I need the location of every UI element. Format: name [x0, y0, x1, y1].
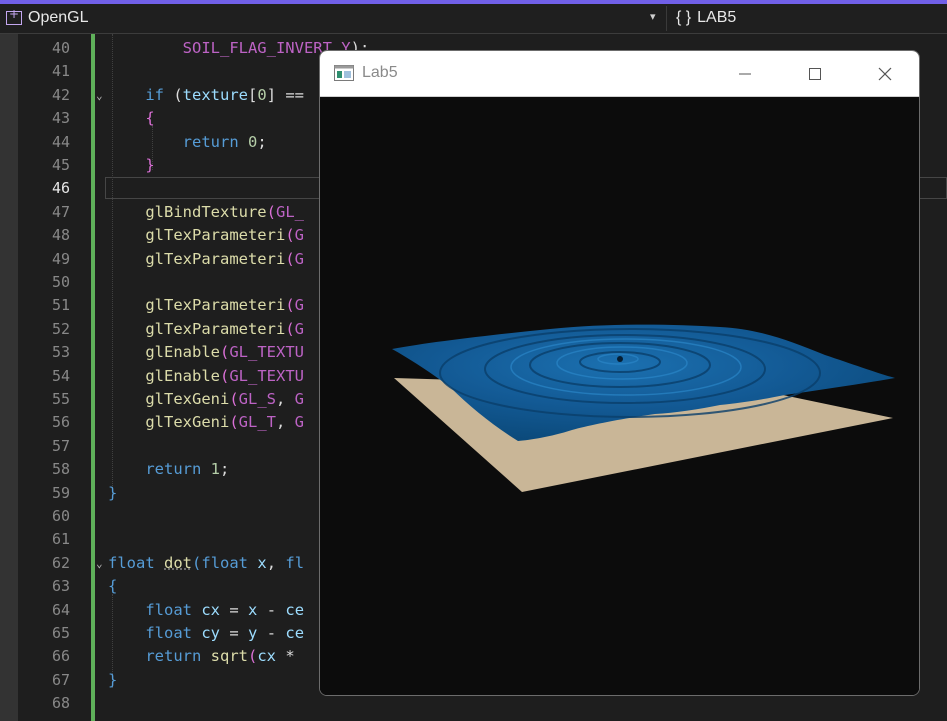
- maximize-button[interactable]: [780, 51, 850, 96]
- code-text: }: [145, 156, 155, 174]
- line-number: 45: [51, 156, 70, 174]
- lab5-window[interactable]: Lab5: [319, 50, 920, 696]
- line-number: 52: [51, 319, 70, 338]
- code-text: {: [108, 577, 118, 596]
- close-icon: [878, 67, 892, 80]
- maximize-icon: [809, 67, 821, 80]
- line-number: 41: [51, 62, 70, 81]
- fold-chevron-icon[interactable]: ⌄: [96, 84, 103, 107]
- code-text: return sqrt(cx *: [145, 647, 295, 666]
- scope-dropdown[interactable]: { } LAB5: [676, 9, 736, 27]
- ripple-center: [617, 356, 623, 362]
- line-number: 64: [51, 600, 70, 619]
- code-text: glTexParameteri(G: [145, 319, 304, 338]
- line-number: 55: [51, 390, 70, 408]
- line-number: 61: [51, 530, 70, 549]
- chevron-down-icon[interactable]: ▾: [650, 10, 656, 23]
- project-icon: [6, 7, 22, 25]
- code-text: glTexParameteri(G: [145, 249, 304, 268]
- line-number: 62: [51, 553, 70, 572]
- project-name: OpenGL: [28, 9, 89, 26]
- code-text: glBindTexture(GL_: [145, 202, 304, 221]
- window-titlebar[interactable]: Lab5: [320, 51, 919, 97]
- code-text: glEnable(GL_TEXTU: [145, 343, 304, 362]
- window-title: Lab5: [362, 64, 398, 81]
- line-number: 48: [51, 226, 70, 245]
- line-number: 57: [51, 436, 70, 455]
- code-text: return 0;: [182, 132, 267, 151]
- minimize-button[interactable]: [710, 51, 780, 96]
- scope-name: LAB5: [697, 9, 737, 26]
- opengl-viewport[interactable]: [320, 97, 919, 695]
- line-number: 53: [51, 343, 70, 362]
- line-number: 66: [51, 647, 70, 666]
- line-number: 67: [51, 670, 70, 689]
- line-number: 65: [51, 624, 70, 642]
- code-text: float dot(float x, fl: [108, 553, 305, 572]
- code-text: float cy = y - ce: [145, 624, 305, 642]
- line-number: 42: [51, 85, 70, 104]
- line-number: 43: [51, 109, 70, 128]
- minimize-icon: [739, 73, 751, 74]
- code-text: }: [108, 483, 118, 502]
- line-number: 68: [51, 694, 70, 713]
- code-text: glEnable(GL_TEXTU: [145, 366, 304, 385]
- line-number: 54: [51, 366, 70, 385]
- line-number: 49: [51, 249, 70, 268]
- code-text: {: [145, 109, 155, 128]
- editor-navigation-bar: OpenGL ▾ { } LAB5: [0, 4, 947, 34]
- braces-icon: { }: [676, 9, 692, 26]
- line-number: 59: [51, 483, 70, 502]
- line-number: 40: [51, 39, 70, 57]
- line-number: 60: [51, 507, 70, 525]
- line-number: 46: [51, 179, 70, 198]
- line-number: 47: [51, 202, 70, 221]
- line-number: 50: [51, 273, 70, 291]
- line-number: 44: [51, 132, 70, 151]
- code-text: float cx = x - ce: [145, 600, 305, 619]
- code-text: glTexGeni(GL_S, G: [145, 390, 305, 408]
- app-window-icon: [334, 65, 354, 81]
- divider: [666, 6, 667, 31]
- line-number: 58: [51, 460, 70, 479]
- code-text: return 1;: [145, 460, 230, 479]
- code-text: glTexGeni(GL_T, G: [145, 413, 305, 432]
- line-number: 56: [51, 413, 70, 432]
- code-text: }: [108, 670, 118, 689]
- fold-chevron-icon[interactable]: ⌄: [96, 552, 103, 575]
- code-text: if (texture[0] ==: [145, 85, 305, 104]
- close-button[interactable]: [850, 51, 919, 96]
- code-text: glTexParameteri(G: [145, 296, 304, 315]
- project-dropdown[interactable]: OpenGL: [6, 7, 89, 27]
- line-number: 63: [51, 577, 70, 596]
- line-number: 51: [51, 296, 70, 315]
- code-text: glTexParameteri(G: [145, 226, 304, 245]
